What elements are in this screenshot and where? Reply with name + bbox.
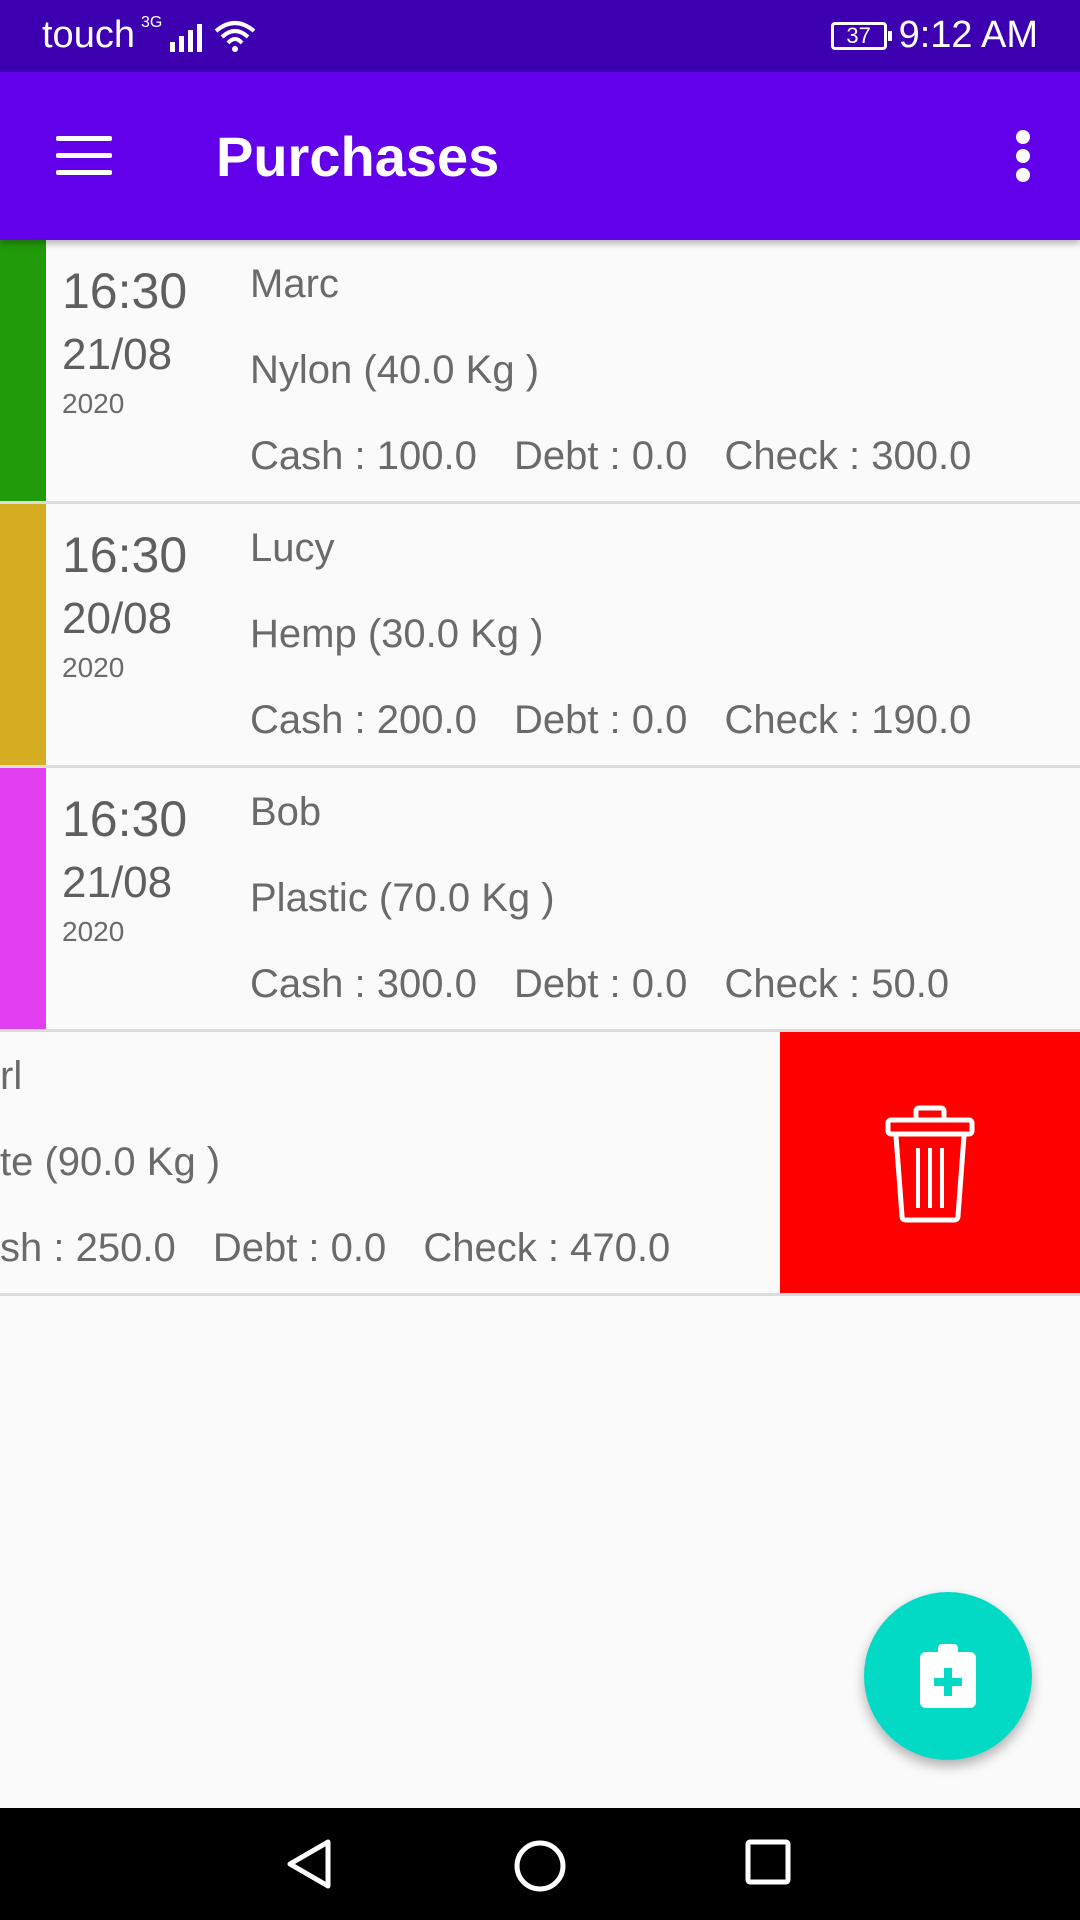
category-color-strip: [0, 768, 46, 1029]
purchase-year: 2020: [62, 652, 125, 683]
carrier-name: touch: [42, 14, 135, 56]
payment-info: Cash : 100.0 Debt : 0.0 Check : 300.0: [250, 434, 997, 479]
product-info: Nylon (40.0 Kg ): [250, 348, 540, 392]
purchase-list: 16:30 21/08 2020 Marc Nylon (40.0 Kg ) C…: [0, 240, 1080, 1296]
back-icon[interactable]: [284, 1838, 334, 1890]
check-amount: Check : 470.0: [423, 1226, 671, 1270]
carrier-info: touch 3G: [42, 14, 256, 57]
clipboard-add-icon: [920, 1644, 976, 1708]
system-navigation-bar: [0, 1808, 1080, 1920]
seller-name: Bob: [250, 790, 322, 834]
cash-amount: sh : 250.0: [0, 1226, 176, 1270]
check-amount: Check : 50.0: [724, 962, 950, 1006]
row-content: 16:30 21/08 2020 Bob Plastic (70.0 Kg ) …: [0, 768, 1080, 1029]
seller-name: Marc: [250, 262, 339, 306]
seller-name: Lucy: [250, 526, 335, 570]
clock: 9:12 AM: [898, 14, 1038, 56]
hamburger-menu-icon[interactable]: [56, 136, 112, 176]
network-type: 3G: [140, 14, 163, 31]
delete-action[interactable]: [780, 1032, 1080, 1293]
check-amount: Check : 190.0: [724, 698, 972, 742]
purchase-time: 16:30: [62, 527, 188, 583]
purchase-year: 2020: [62, 388, 125, 419]
debt-amount: Debt : 0.0: [212, 1226, 387, 1270]
purchase-row[interactable]: 16:30 21/08 2020 Bob Plastic (70.0 Kg ) …: [0, 768, 1080, 1032]
purchase-time: 16:30: [62, 791, 188, 847]
page-title: Purchases: [216, 125, 500, 188]
cash-amount: Cash : 100.0: [250, 434, 477, 478]
product-info: Plastic (70.0 Kg ): [250, 876, 555, 920]
purchase-date: 21/08: [62, 858, 173, 907]
purchase-date: 21/08: [62, 330, 173, 379]
payment-info: Cash : 200.0 Debt : 0.0 Check : 190.0: [250, 698, 997, 743]
cash-amount: Cash : 300.0: [250, 962, 477, 1006]
debt-amount: Debt : 0.0: [513, 962, 688, 1006]
payment-info: sh : 250.0 Debt : 0.0 Check : 470.0: [0, 1226, 696, 1271]
signal-icon: [170, 20, 203, 52]
cash-amount: Cash : 200.0: [250, 698, 477, 742]
seller-name: rl: [0, 1054, 23, 1098]
purchase-year: 2020: [62, 916, 125, 947]
product-info: Hemp (30.0 Kg ): [250, 612, 544, 656]
status-right: 37 9:12 AM: [830, 14, 1038, 57]
debt-amount: Debt : 0.0: [513, 434, 688, 478]
status-bar: touch 3G 37 9:12 AM: [0, 0, 1080, 72]
purchase-row[interactable]: 16:30 21/08 2020 Marc Nylon (40.0 Kg ) C…: [0, 240, 1080, 504]
product-info: te (90.0 Kg ): [0, 1140, 221, 1184]
more-vert-icon[interactable]: [1016, 130, 1030, 182]
battery-level: 37: [846, 22, 871, 48]
battery-icon: 37: [830, 21, 892, 50]
purchase-date: 20/08: [62, 594, 173, 643]
category-color-strip: [0, 240, 46, 501]
check-amount: Check : 300.0: [724, 434, 972, 478]
category-color-strip: [0, 504, 46, 765]
purchase-time: 16:30: [62, 263, 188, 319]
home-icon[interactable]: [512, 1838, 568, 1894]
wifi-icon: [215, 20, 256, 52]
payment-info: Cash : 300.0 Debt : 0.0 Check : 50.0: [250, 962, 975, 1007]
swiped-purchase-row[interactable]: rl te (90.0 Kg ) sh : 250.0 Debt : 0.0 C…: [0, 1032, 1080, 1296]
add-purchase-button[interactable]: [864, 1592, 1032, 1760]
row-content: 16:30 20/08 2020 Lucy Hemp (30.0 Kg ) Ca…: [0, 504, 1080, 765]
trash-icon: [885, 1105, 975, 1223]
debt-amount: Debt : 0.0: [513, 698, 688, 742]
app-bar: Purchases: [0, 72, 1080, 240]
purchase-row[interactable]: 16:30 20/08 2020 Lucy Hemp (30.0 Kg ) Ca…: [0, 504, 1080, 768]
recents-icon[interactable]: [744, 1838, 792, 1886]
row-content: 16:30 21/08 2020 Marc Nylon (40.0 Kg ) C…: [0, 240, 1080, 501]
